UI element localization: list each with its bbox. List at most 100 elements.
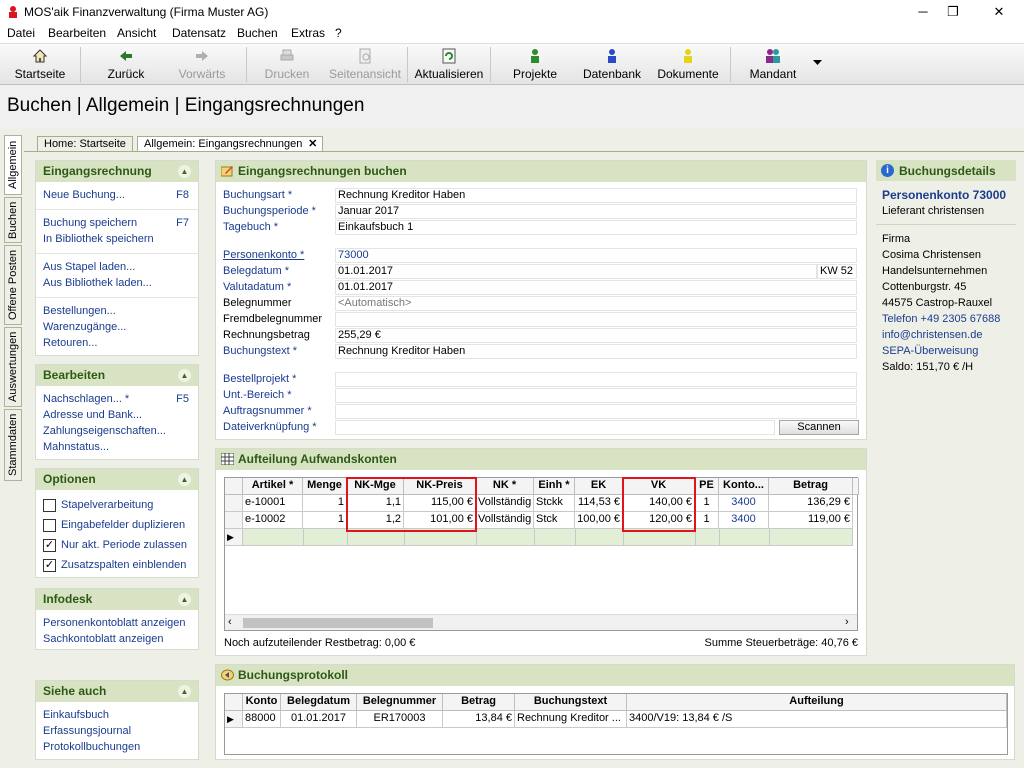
belegdatum-field[interactable]: 01.01.2017 xyxy=(335,264,817,279)
personenkontoblatt-link[interactable]: Personenkontoblatt anzeigen xyxy=(43,617,186,629)
col-konto[interactable]: Konto... xyxy=(719,478,769,495)
vtab-offene-posten[interactable]: Offene Posten xyxy=(4,245,22,325)
bestellprojekt-field[interactable] xyxy=(335,372,857,387)
mandant-button[interactable]: Mandant xyxy=(740,44,806,85)
cell-nk[interactable]: Vollständig xyxy=(476,512,534,529)
zurueck-button[interactable]: Zurück xyxy=(90,44,162,85)
belegnummer-field[interactable]: <Automatisch> xyxy=(335,296,857,311)
collapse-icon[interactable]: ▲ xyxy=(178,165,191,178)
cell-betrag[interactable]: 136,29 € xyxy=(769,495,853,512)
cell-betrag[interactable]: 119,00 € xyxy=(769,512,853,529)
col-ek[interactable]: EK xyxy=(575,478,623,495)
cell-pe[interactable]: 1 xyxy=(695,512,719,529)
new-row-cells[interactable] xyxy=(243,529,853,546)
cell-menge[interactable]: 1 xyxy=(303,495,347,512)
cell-nk[interactable]: Vollständig xyxy=(476,495,534,512)
col-aufteilung[interactable]: Aufteilung xyxy=(627,694,1007,711)
tab-eingangsrechnungen[interactable]: Allgemein: Eingangsrechnungen ✕ xyxy=(137,136,324,152)
nur-akt-periode-checkbox[interactable]: ✓ xyxy=(43,539,56,552)
cell-ek[interactable]: 114,53 € xyxy=(575,495,623,512)
warenzugaenge-link[interactable]: Warenzugänge... xyxy=(43,321,126,333)
cell-konto[interactable]: 3400 xyxy=(719,495,769,512)
details-zahlung[interactable]: SEPA-Überweisung xyxy=(882,345,978,357)
col-belegnummer[interactable]: Belegnummer xyxy=(357,694,443,711)
menu-buchen[interactable]: Buchen xyxy=(237,26,278,40)
scannen-button[interactable]: Scannen xyxy=(779,420,859,435)
vtab-buchen[interactable]: Buchen xyxy=(4,197,22,243)
new-row[interactable]: ▶ xyxy=(225,529,859,546)
close-window-button[interactable]: ✕ xyxy=(984,2,1014,22)
adresse-bank-link[interactable]: Adresse und Bank... xyxy=(43,409,142,421)
col-einh[interactable]: Einh * xyxy=(534,478,575,495)
protokollbuchungen-link[interactable]: Protokollbuchungen xyxy=(43,741,140,753)
menu-extras[interactable]: Extras xyxy=(291,26,325,40)
cell-ek[interactable]: 100,00 € xyxy=(575,512,623,529)
tagebuch-field[interactable]: Einkaufsbuch 1 xyxy=(335,220,857,235)
col-nk[interactable]: NK * xyxy=(476,478,534,495)
bibliothek-laden-link[interactable]: Aus Bibliothek laden... xyxy=(43,277,152,289)
col-artikel[interactable]: Artikel * xyxy=(243,478,303,495)
mandant-dropdown-icon[interactable] xyxy=(813,60,822,66)
minimize-button[interactable]: ─ xyxy=(908,2,938,22)
col-betrag[interactable]: Betrag xyxy=(769,478,853,495)
collapse-icon[interactable]: ▲ xyxy=(178,473,191,486)
tab-home-startseite[interactable]: Home: Startseite xyxy=(37,136,133,152)
zahlungseigenschaften-link[interactable]: Zahlungseigenschaften... xyxy=(43,425,166,437)
panel-bearbeiten-header[interactable]: Bearbeiten ▲ xyxy=(36,365,198,386)
col-betrag[interactable]: Betrag xyxy=(443,694,515,711)
unt-bereich-field[interactable] xyxy=(335,388,857,403)
sachkontoblatt-link[interactable]: Sachkontoblatt anzeigen xyxy=(43,633,163,645)
menu-help[interactable]: ? xyxy=(335,26,342,40)
cell-konto[interactable]: 3400 xyxy=(719,512,769,529)
cell-einh[interactable]: Stck xyxy=(534,512,575,529)
panel-infodesk-header[interactable]: Infodesk ▲ xyxy=(36,589,198,610)
rechnungsbetrag-field[interactable]: 255,29 € xyxy=(335,328,857,343)
cell-pe[interactable]: 1 xyxy=(695,495,719,512)
retouren-link[interactable]: Retouren... xyxy=(43,337,97,349)
cell-belegnummer[interactable]: ER170003 xyxy=(357,711,443,728)
cell-menge[interactable]: 1 xyxy=(303,512,347,529)
cell-artikel[interactable]: e-10002 xyxy=(243,512,303,529)
bestellungen-link[interactable]: Bestellungen... xyxy=(43,305,116,317)
scroll-left-icon[interactable]: ‹ xyxy=(228,616,232,628)
scrollbar-thumb[interactable] xyxy=(243,618,433,628)
nachschlagen-link[interactable]: Nachschlagen... * xyxy=(43,393,129,405)
valutadatum-field[interactable]: 01.01.2017 xyxy=(335,280,857,295)
stapelverarbeitung-label[interactable]: Stapelverarbeitung xyxy=(61,499,153,511)
drucken-button[interactable]: Drucken xyxy=(252,44,322,85)
projekte-button[interactable]: Projekte xyxy=(500,44,570,85)
einkaufsbuch-link[interactable]: Einkaufsbuch xyxy=(43,709,109,721)
vorwaerts-button[interactable]: Vorwärts xyxy=(166,44,238,85)
cell-belegdatum[interactable]: 01.01.2017 xyxy=(281,711,357,728)
maximize-button[interactable]: ❐ xyxy=(938,2,968,22)
stapel-laden-link[interactable]: Aus Stapel laden... xyxy=(43,261,135,273)
zusatzspalten-label[interactable]: Zusatzspalten einblenden xyxy=(61,559,186,571)
collapse-icon[interactable]: ▲ xyxy=(178,593,191,606)
menu-datensatz[interactable]: Datensatz xyxy=(172,26,226,40)
collapse-icon[interactable]: ▲ xyxy=(178,369,191,382)
buchungsperiode-field[interactable]: Januar 2017 xyxy=(335,204,857,219)
startseite-button[interactable]: Startseite xyxy=(4,44,76,85)
cell-buchungstext[interactable]: Rechnung Kreditor ... xyxy=(515,711,627,728)
datenbank-button[interactable]: Datenbank xyxy=(576,44,648,85)
stapelverarbeitung-checkbox[interactable] xyxy=(43,499,56,512)
col-buchungstext[interactable]: Buchungstext xyxy=(515,694,627,711)
col-menge[interactable]: Menge xyxy=(303,478,347,495)
cell-einh[interactable]: Stckk xyxy=(534,495,575,512)
nur-akt-periode-label[interactable]: Nur akt. Periode zulassen xyxy=(61,539,187,551)
aktualisieren-button[interactable]: Aktualisieren xyxy=(412,44,486,85)
auftragsnummer-field[interactable] xyxy=(335,404,857,419)
vtab-allgemein[interactable]: Allgemein xyxy=(4,135,22,195)
eingabefelder-duplizieren-label[interactable]: Eingabefelder duplizieren xyxy=(61,519,185,531)
panel-optionen-header[interactable]: Optionen ▲ xyxy=(36,469,198,490)
dateiverknuepfung-field[interactable] xyxy=(335,420,775,435)
details-konto[interactable]: Personenkonto 73000 xyxy=(882,188,1006,202)
fremdbelegnummer-field[interactable] xyxy=(335,312,857,327)
collapse-icon[interactable]: ▲ xyxy=(178,685,191,698)
personenkonto-field[interactable]: 73000 xyxy=(335,248,857,263)
cell-aufteilung[interactable]: 3400/V19: 13,84 € /S xyxy=(627,711,1007,728)
panel-eingangsrechnung-header[interactable]: Eingangsrechnung ▲ xyxy=(36,161,198,182)
cell-konto[interactable]: 88000 xyxy=(243,711,281,728)
eingabefelder-duplizieren-checkbox[interactable] xyxy=(43,519,56,532)
vtab-stammdaten[interactable]: Stammdaten xyxy=(4,409,22,481)
